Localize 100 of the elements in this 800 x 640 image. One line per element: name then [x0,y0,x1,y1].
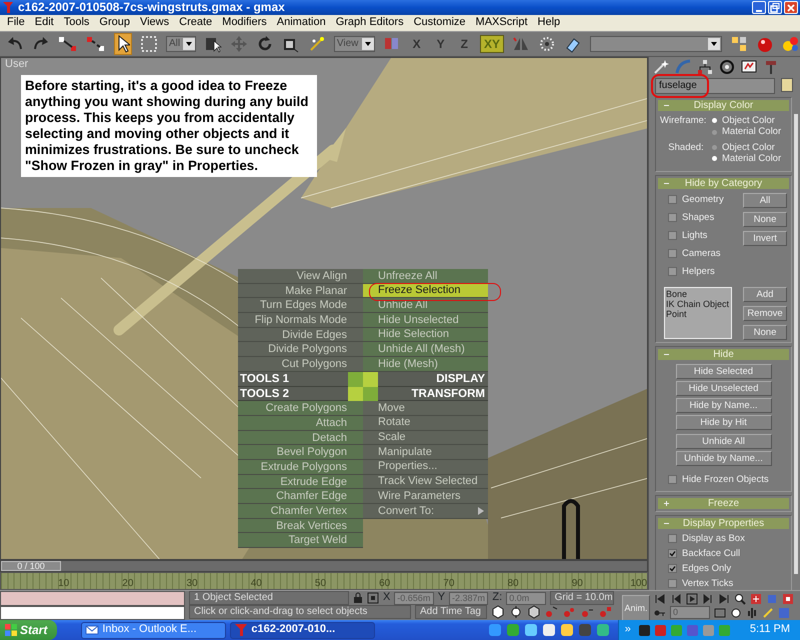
menu-item[interactable]: Properties... [363,460,488,475]
menu-item[interactable]: MAXScript [470,16,533,30]
panel-button[interactable]: All [743,192,787,208]
envelope-icon[interactable] [85,623,100,637]
panel-button[interactable]: Hide Unselected [676,380,772,396]
menu-item[interactable]: Graph Editors [330,16,409,30]
checkbox-label[interactable]: Shapes [682,212,714,224]
expand-icon[interactable] [663,500,670,507]
checkbox[interactable] [668,534,677,543]
checkbox-label[interactable]: Vertex Ticks [682,578,734,590]
listener-field[interactable] [0,591,185,606]
radio-button[interactable] [712,130,717,135]
next-frame-icon[interactable] [702,593,714,605]
listener-field[interactable] [0,606,185,620]
checkbox-label[interactable]: Display as Box [682,532,745,544]
menu-item[interactable]: Views [134,16,174,30]
menu-item[interactable]: Modifiers [217,16,272,30]
taskbar-button[interactable]: c162-2007-010... [230,622,376,638]
submenu-arrow-icon[interactable] [478,506,484,515]
start-button[interactable]: Start [0,620,58,640]
menu-item[interactable]: Detach [238,430,363,446]
menu-item[interactable]: Help [532,16,566,30]
timeline-ruler[interactable]: 10 20 30 40 50 60 70 80 90 100 [0,572,648,590]
app-icon[interactable] [524,623,538,637]
menu-item[interactable]: Unhide All (Mesh) [363,342,488,358]
menu-item[interactable]: Chamfer Vertex [238,504,363,519]
menu-item[interactable]: Attach [238,416,363,431]
menu-item[interactable]: Divide Polygons [238,342,363,358]
menu-item[interactable]: Tools [58,16,94,30]
scrollbar[interactable] [794,114,798,574]
menu-item[interactable]: Target Weld [238,533,363,548]
panel-button[interactable]: Hide Selected [676,364,772,379]
radio-label[interactable]: Material Color [722,153,782,165]
menu-item[interactable]: File [2,16,30,30]
app-icon[interactable] [596,623,610,637]
menu-item[interactable]: Freeze Selection [363,284,488,298]
frame-icon[interactable] [714,606,726,618]
undo-icon[interactable] [6,36,24,52]
menu-item[interactable]: Animation [272,16,331,30]
axis-constraint-button[interactable]: XY [480,34,504,54]
monitor-icon[interactable] [741,59,757,75]
skip-start-icon[interactable] [654,593,666,605]
menu-item[interactable]: Break Vertices [238,518,363,534]
panel-button[interactable]: Add [743,286,787,302]
lock-icon[interactable] [352,592,363,604]
menu-item[interactable]: Extrude Polygons [238,460,363,475]
object-color-swatch[interactable] [781,78,793,92]
axis-constraint-button[interactable]: Z [456,34,472,54]
layers-icon[interactable] [730,35,748,53]
radio-label[interactable]: Object Color [722,142,775,154]
checkbox-label[interactable]: Lights [682,230,708,242]
checkbox[interactable] [668,249,677,258]
unlink-icon[interactable] [86,36,106,52]
hammer-icon[interactable] [763,59,779,75]
checkbox-label[interactable]: Hide Frozen Objects [682,474,769,485]
radio-label[interactable]: Material Color [722,126,782,138]
panel-button[interactable]: None [743,212,787,227]
menu-item[interactable]: Wire Parameters [363,489,488,504]
dashed-rectangle-icon[interactable] [140,35,158,53]
circle-icon[interactable] [719,59,735,75]
checkbox-label[interactable]: Cameras [682,248,721,260]
panel-button[interactable]: Invert [743,230,787,246]
menu-item[interactable]: Track View Selected [363,474,488,490]
anim-button[interactable]: Anim. [622,595,650,621]
list-item[interactable]: IK Chain Object [666,298,730,309]
windows-flag-icon[interactable] [4,623,18,637]
named-selection-field-icon[interactable] [590,35,722,53]
tray-icon[interactable] [638,624,651,636]
menu-item[interactable]: Create [174,16,218,30]
coordinate-field[interactable]: 0.0m [506,592,546,604]
play-icon[interactable] [686,593,698,605]
wand-icon[interactable] [653,59,669,75]
menu-item[interactable]: Extrude Edge [238,474,363,490]
menu-item[interactable]: Rotate [363,416,488,431]
panel-button[interactable]: Hide by Name... [676,398,772,413]
panel-button[interactable]: None [743,324,787,340]
circular-arrow-icon[interactable] [256,35,274,53]
zoom-icon[interactable] [734,593,746,605]
menu-item[interactable]: Hide (Mesh) [363,357,488,372]
axis-constraint-button[interactable]: X [408,34,425,54]
taskbar-button[interactable]: Inbox - Outlook E... [81,622,226,638]
menu-item[interactable]: Edit [30,16,59,30]
checkbox[interactable] [668,231,677,240]
radio-label[interactable]: Object Color [722,115,775,126]
radio-button[interactable] [712,144,717,150]
previous-frame-icon[interactable] [670,593,682,605]
menu-item[interactable]: Group [94,16,135,30]
dotted-ring-icon[interactable] [538,35,556,53]
material-spheres-icon[interactable] [782,35,800,53]
axis-constraint-button[interactable]: Y [432,34,449,54]
list-item[interactable]: Point [666,308,730,319]
category-list[interactable]: Bone IK Chain Object Point [664,286,732,339]
coordinate-system-dropdown[interactable]: View [334,36,375,52]
rollout-header[interactable]: Hide [658,348,789,360]
menu-item[interactable]: Convert To: [363,504,488,519]
checkbox-label[interactable]: Edges Only [682,562,732,574]
rollout-header[interactable]: Hide by Category [658,178,789,189]
time-slider-track[interactable]: 0 / 100 [0,560,648,572]
radio-button[interactable] [712,118,717,124]
checkbox[interactable] [668,267,677,276]
